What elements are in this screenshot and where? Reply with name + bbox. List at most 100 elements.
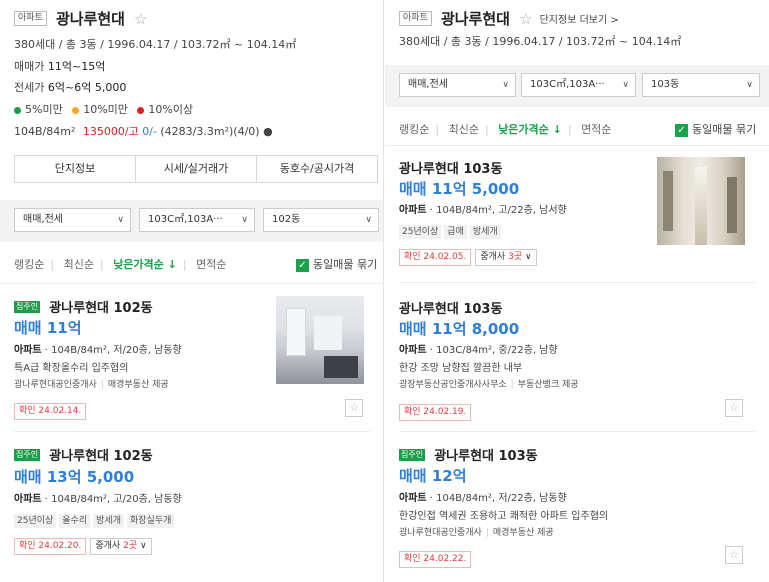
sort-latest[interactable]: 최신순 bbox=[449, 123, 479, 136]
area-line-dot-icon: ● bbox=[263, 125, 273, 138]
divider bbox=[14, 431, 370, 432]
trade-type-select[interactable]: 매매,전세 ∨ bbox=[14, 208, 131, 232]
listing-title-row[interactable]: 광나루현대 103동 bbox=[399, 157, 502, 177]
agent-count-button[interactable]: 중개사 2곳 ∨ bbox=[90, 538, 152, 555]
agent-provider: 매경부동산 제공 bbox=[107, 380, 169, 390]
tab-market-price[interactable]: 시세/실거래가 bbox=[136, 156, 257, 182]
sale-price-label: 매매가 bbox=[14, 60, 45, 73]
agent-count-label: 중개사 bbox=[480, 252, 506, 262]
listing-name[interactable]: 광나루현대 102동 bbox=[49, 449, 152, 464]
listing-confirm-row: 확인 24.02.20. 중개사 2곳 ∨ bbox=[14, 533, 152, 555]
favorite-star-icon[interactable]: ☆ bbox=[345, 399, 363, 417]
listing-spec-detail: · 104B/84m², 저/22층, 남동향 bbox=[426, 493, 567, 504]
listing-spec: 아파트 · 104B/84m², 고/20층, 남동향 bbox=[14, 490, 182, 505]
agent-count-number: 3곳 bbox=[508, 252, 523, 262]
listing-price: 매매 11억 bbox=[14, 319, 82, 337]
sort-ranking[interactable]: 랭킹순 bbox=[399, 123, 429, 136]
checkbox-checked-icon[interactable]: ✓ bbox=[675, 123, 688, 137]
listing-name[interactable]: 광나루현대 102동 bbox=[49, 301, 152, 316]
area-value: 103C㎡,103A··· bbox=[530, 79, 605, 90]
listing-title-row[interactable]: 집주인 광나루현대 102동 bbox=[14, 444, 153, 464]
listing-confirm-row: 확인 24.02.14. bbox=[14, 398, 87, 420]
listing-confirm-row: 확인 24.02.22. bbox=[399, 546, 472, 568]
area-select[interactable]: 103C㎡,103A··· ∨ bbox=[139, 208, 255, 232]
same-listing-toggle[interactable]: ✓ 동일매물 묶기 bbox=[675, 121, 756, 137]
dong-select[interactable]: 103동 ∨ bbox=[642, 73, 760, 97]
confirm-date: 확인 24.02.20. bbox=[14, 538, 87, 555]
divider bbox=[385, 145, 769, 146]
chip: 25년이상 bbox=[399, 225, 442, 239]
confirm-date: 확인 24.02.14. bbox=[14, 403, 87, 420]
chevron-down-icon: ∨ bbox=[241, 215, 248, 225]
jeonse-price-value: 6억~6억 5,000 bbox=[47, 81, 127, 94]
sort-ranking[interactable]: 랭킹순 bbox=[14, 258, 44, 271]
type-badge: 아파트 bbox=[14, 11, 47, 26]
listing-title-row[interactable]: 광나루현대 103동 bbox=[399, 297, 502, 317]
listing-agent: 광나루현대공인중개사 | 매경부동산 제공 bbox=[399, 528, 554, 538]
chevron-down-icon: ∨ bbox=[117, 215, 124, 225]
sort-area[interactable]: 면적순 bbox=[196, 258, 226, 271]
complex-more-link[interactable]: 단지정보 더보기 > bbox=[540, 15, 619, 26]
listing-description: 특A급 확장올수리 입주협의 bbox=[14, 363, 129, 374]
tab-unit-price[interactable]: 동호수/공시가격 bbox=[257, 156, 377, 182]
area-line-zero: 0/- bbox=[142, 125, 157, 138]
listing-name[interactable]: 광나루현대 103동 bbox=[399, 302, 502, 317]
listing-title-row[interactable]: 집주인 광나루현대 103동 bbox=[399, 444, 538, 464]
trade-type-value: 매매,전세 bbox=[23, 214, 63, 225]
same-listing-label: 동일매물 묶기 bbox=[692, 123, 757, 136]
sort-low-price[interactable]: 낮은가격순 ↓ bbox=[113, 258, 177, 271]
listing-spec-type: 아파트 bbox=[399, 493, 427, 504]
filter-bar: 매매,전세 ∨ 103C㎡,103A··· ∨ 103동 ∨ bbox=[385, 65, 769, 107]
listing-spec: 아파트 · 103C/84m², 중/22층, 남향 bbox=[399, 341, 558, 356]
legend-green-dot-icon bbox=[14, 106, 21, 114]
listing-spec-type: 아파트 bbox=[399, 345, 427, 356]
sort-options: 랭킹순 | 최신순 | 낮은가격순 ↓ | 면적순 bbox=[399, 123, 612, 136]
sort-low-price[interactable]: 낮은가격순 ↓ bbox=[498, 123, 562, 136]
listing-spec: 아파트 · 104B/84m², 고/22층, 남서향 bbox=[399, 201, 567, 216]
favorite-star-icon[interactable]: ☆ bbox=[725, 546, 743, 564]
checkbox-checked-icon[interactable]: ✓ bbox=[296, 258, 309, 272]
listing-spec-detail: · 104B/84m², 고/20층, 남동향 bbox=[41, 494, 182, 505]
listing-confirm-row: 확인 24.02.05. 중개사 3곳 ∨ bbox=[399, 244, 537, 266]
complex-name: 광나루현대 bbox=[440, 10, 510, 28]
trade-type-select[interactable]: 매매,전세 ∨ bbox=[399, 73, 516, 97]
listing-description: 한강 조망 남향집 깔끔한 내부 bbox=[399, 363, 523, 374]
favorite-star-icon[interactable]: ☆ bbox=[725, 399, 743, 417]
legend-red-dot-icon bbox=[137, 106, 145, 114]
same-listing-toggle[interactable]: ✓ 동일매물 묶기 bbox=[296, 256, 377, 272]
agent-name[interactable]: 광나루현대공인중개사 bbox=[14, 380, 97, 390]
sale-price-value: 11억~15억 bbox=[47, 60, 106, 73]
jeonse-price-range: 전세가 6억~6억 5,000 bbox=[14, 79, 126, 95]
agent-provider: 부동산뱅크 제공 bbox=[517, 380, 579, 390]
listing-price: 매매 11억 8,000 bbox=[399, 320, 520, 338]
favorite-star-icon[interactable]: ☆ bbox=[519, 10, 532, 28]
owner-tag: 집주인 bbox=[399, 448, 426, 461]
listing-name[interactable]: 광나루현대 103동 bbox=[434, 449, 537, 464]
legend-label-3: 10%이상 bbox=[148, 103, 194, 116]
agent-name[interactable]: 광장부동산공인중개사사무소 bbox=[399, 380, 507, 390]
listing-name[interactable]: 광나루현대 103동 bbox=[399, 162, 502, 177]
owner-tag: 집주인 bbox=[14, 448, 41, 461]
dong-select[interactable]: 102동 ∨ bbox=[263, 208, 379, 232]
sort-area[interactable]: 면적순 bbox=[581, 123, 611, 136]
complex-info: 380세대 / 총 3동 / 1996.04.17 / 103.72㎡ ~ 10… bbox=[399, 35, 682, 48]
listing-thumbnail[interactable] bbox=[276, 296, 364, 384]
favorite-star-icon[interactable]: ☆ bbox=[134, 10, 147, 28]
agent-count-button[interactable]: 중개사 3곳 ∨ bbox=[475, 249, 537, 266]
listing-thumbnail[interactable] bbox=[657, 157, 745, 245]
listing-title-row[interactable]: 집주인 광나루현대 102동 bbox=[14, 296, 153, 316]
agent-name[interactable]: 광나루현대공인중개사 bbox=[399, 528, 482, 538]
jeonse-price-label: 전세가 bbox=[14, 81, 45, 94]
listing-price: 매매 12억 bbox=[399, 467, 467, 485]
listing-agent: 광나루현대공인중개사 | 매경부동산 제공 bbox=[14, 380, 169, 390]
sort-options: 랭킹순 | 최신순 | 낮은가격순 ↓ | 면적순 bbox=[14, 258, 227, 271]
confirm-date: 확인 24.02.19. bbox=[399, 404, 472, 421]
area-line-rest: (4283/3.3m²)(4/0) bbox=[160, 125, 260, 138]
complex-tabs: 단지정보 시세/실거래가 동호수/공시가격 bbox=[14, 155, 378, 183]
left-panel: 아파트 광나루현대 ☆ 380세대 / 총 3동 / 1996.04.17 / … bbox=[0, 0, 384, 582]
tab-complex-info[interactable]: 단지정보 bbox=[15, 156, 136, 182]
chip: 25년이상 bbox=[14, 514, 57, 528]
area-select[interactable]: 103C㎡,103A··· ∨ bbox=[521, 73, 636, 97]
feature-chips: 25년이상 급매 방세개 bbox=[399, 219, 504, 239]
sort-latest[interactable]: 최신순 bbox=[64, 258, 94, 271]
